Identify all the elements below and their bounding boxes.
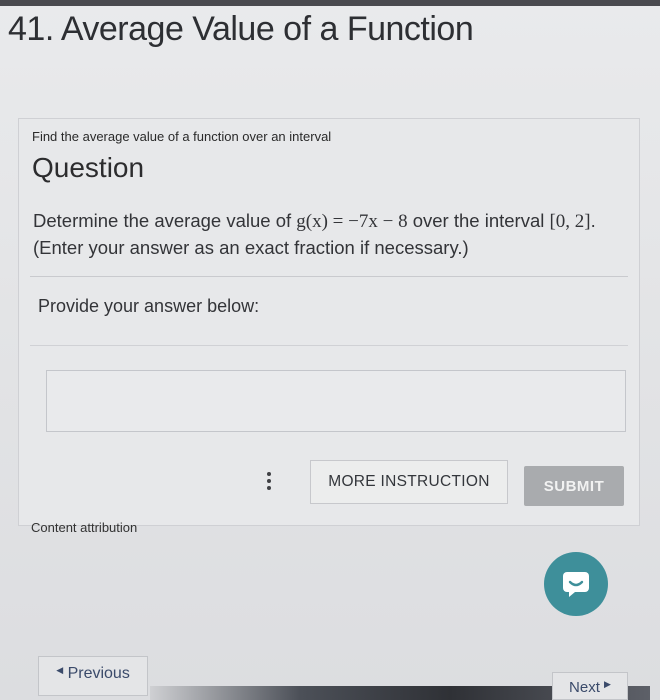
answer-input[interactable]	[46, 370, 626, 432]
previous-label: Previous	[67, 665, 130, 682]
kebab-dot	[267, 472, 271, 476]
question-heading: Question	[32, 152, 145, 183]
kebab-dot	[267, 479, 271, 483]
function-expression: g(x) = −7x − 8	[296, 211, 408, 232]
question-text: Determine the average value of g(x) = −7…	[33, 208, 623, 261]
chat-button[interactable]	[544, 552, 608, 616]
content-attribution-link[interactable]: Content attribution	[31, 520, 137, 535]
problem-subtitle: Find the average value of a function ove…	[32, 129, 332, 144]
more-instruction-button[interactable]: MORE INSTRUCTION	[310, 460, 508, 504]
kebab-dot	[267, 486, 271, 490]
submit-button[interactable]: SUBMIT	[524, 466, 624, 506]
previous-button[interactable]: ◀ Previous	[38, 656, 148, 696]
chat-bubble-icon	[563, 572, 589, 597]
question-text-pre: Determine the average value of	[33, 210, 297, 231]
top-bar	[0, 0, 660, 6]
problem-title: 41. Average Value of a Function	[8, 10, 474, 48]
divider	[30, 345, 628, 346]
answer-prompt: Provide your answer below:	[38, 296, 260, 316]
more-vertical-icon[interactable]	[262, 466, 276, 496]
divider	[30, 276, 628, 277]
next-label: Next	[569, 679, 600, 696]
next-button[interactable]: Next ▶	[552, 672, 628, 700]
triangle-right-icon: ▶	[604, 679, 611, 689]
page: 41. Average Value of a Function Find the…	[0, 0, 660, 700]
question-text-mid: over the interval	[407, 210, 550, 231]
interval-expression: [0, 2]	[549, 211, 591, 232]
triangle-left-icon: ◀	[56, 665, 64, 675]
